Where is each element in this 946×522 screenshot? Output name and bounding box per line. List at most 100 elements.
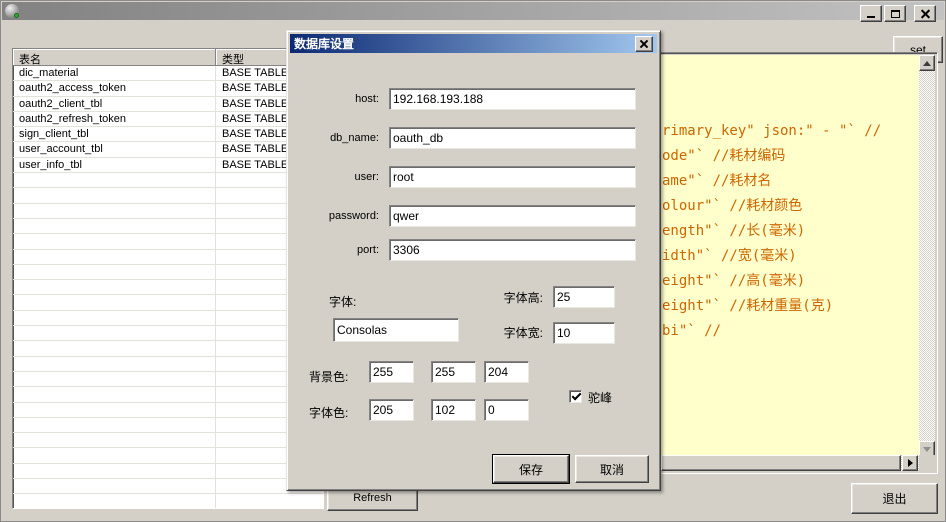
cell-table-name <box>13 311 216 326</box>
db_name-input[interactable] <box>389 127 636 149</box>
password-label: password: <box>303 210 379 222</box>
scroll-up-button[interactable] <box>919 55 935 71</box>
cell-table-name <box>13 341 216 356</box>
cell-table-name: oauth2_access_token <box>13 81 216 96</box>
horizontal-scroll-thumb[interactable] <box>661 455 901 471</box>
bg-color-value-0[interactable] <box>369 361 414 383</box>
table-row[interactable] <box>13 418 323 433</box>
host-label: host: <box>303 93 379 105</box>
font-height-input[interactable] <box>553 286 615 308</box>
cell-table-name <box>13 448 216 463</box>
scroll-down-icon <box>923 447 931 452</box>
cell-table-type <box>216 494 323 509</box>
font-label: 字体: <box>329 293 356 310</box>
table-row[interactable] <box>13 357 323 372</box>
table-row[interactable]: oauth2_access_tokenBASE TABLE <box>13 81 323 96</box>
horizontal-scrollbar[interactable] <box>661 455 919 471</box>
table-body: dic_materialBASE TABLEoauth2_access_toke… <box>13 66 323 509</box>
port-input[interactable] <box>389 239 636 261</box>
exit-button[interactable]: 退出 <box>851 483 938 514</box>
table-row[interactable]: oauth2_refresh_tokenBASE TABLE <box>13 112 323 127</box>
code-line: rimary_key" json:" - "` // <box>662 119 881 144</box>
cell-table-name <box>13 295 216 310</box>
host-input[interactable] <box>389 88 636 110</box>
table-row[interactable] <box>13 265 323 280</box>
cell-table-name: user_info_tbl <box>13 158 216 173</box>
close-icon <box>921 10 930 18</box>
database-settings-dialog: 数据库设置 host:db_name:user:password:port: 字… <box>286 30 661 491</box>
font-color-value-1[interactable] <box>431 399 476 421</box>
font-width-label: 字体宽: <box>467 324 543 341</box>
maximize-button[interactable] <box>884 5 906 22</box>
table-row[interactable]: sign_client_tblBASE TABLE <box>13 127 323 142</box>
cell-table-name <box>13 494 216 509</box>
password-input[interactable] <box>389 205 636 227</box>
cell-table-name <box>13 418 216 433</box>
table-row[interactable] <box>13 219 323 234</box>
cell-table-name <box>13 464 216 479</box>
app-icon <box>5 4 19 18</box>
cell-table-name <box>13 403 216 418</box>
code-line: eight"` //高(毫米) <box>662 269 805 294</box>
vertical-scrollbar[interactable] <box>919 55 935 457</box>
user-label: user: <box>303 171 379 183</box>
camelcase-label: 驼峰 <box>588 389 612 406</box>
bg-color-value-1[interactable] <box>431 361 476 383</box>
table-row[interactable] <box>13 250 323 265</box>
port-label: port: <box>303 244 379 256</box>
cell-table-name: oauth2_refresh_token <box>13 112 216 127</box>
font-height-label: 字体高: <box>467 289 543 306</box>
table-header-row: 表名 类型 <box>13 49 323 66</box>
table-row[interactable] <box>13 403 323 418</box>
font-color-value-2[interactable] <box>484 399 529 421</box>
save-button[interactable]: 保存 <box>493 455 569 483</box>
cell-table-name <box>13 173 216 188</box>
table-row[interactable] <box>13 173 323 188</box>
minimize-icon <box>867 16 875 18</box>
cancel-button[interactable]: 取消 <box>575 455 649 483</box>
cell-table-name <box>13 250 216 265</box>
cell-table-name <box>13 433 216 448</box>
cell-table-name <box>13 265 216 280</box>
maximize-icon <box>891 10 900 18</box>
minimize-button[interactable] <box>860 5 882 22</box>
table-row[interactable]: user_account_tblBASE TABLE <box>13 142 323 157</box>
camelcase-checkbox[interactable] <box>569 390 582 403</box>
table-row[interactable] <box>13 494 323 509</box>
table-row[interactable] <box>13 234 323 249</box>
table-row[interactable] <box>13 204 323 219</box>
table-row[interactable] <box>13 326 323 341</box>
table-row[interactable]: user_info_tblBASE TABLE <box>13 158 323 173</box>
table-row[interactable] <box>13 433 323 448</box>
cell-table-name <box>13 357 216 372</box>
table-row[interactable] <box>13 341 323 356</box>
user-input[interactable] <box>389 166 636 188</box>
table-row[interactable] <box>13 479 323 494</box>
table-row[interactable] <box>13 311 323 326</box>
code-area[interactable]: rimary_key" json:" - "` //ode"` //耗材编码am… <box>661 55 919 457</box>
table-row[interactable] <box>13 280 323 295</box>
cell-table-name <box>13 280 216 295</box>
tables-list[interactable]: 表名 类型 dic_materialBASE TABLEoauth2_acces… <box>12 48 324 509</box>
table-row[interactable] <box>13 387 323 402</box>
scroll-right-button[interactable] <box>902 455 918 471</box>
table-row[interactable]: dic_materialBASE TABLE <box>13 66 323 81</box>
code-line: idth"` //宽(毫米) <box>662 244 797 269</box>
table-row[interactable] <box>13 448 323 463</box>
dialog-titlebar: 数据库设置 <box>290 34 657 53</box>
titlebar <box>2 2 944 20</box>
close-button[interactable] <box>914 5 936 22</box>
font-input[interactable] <box>333 318 459 342</box>
font-color-value-0[interactable] <box>369 399 414 421</box>
table-row[interactable]: oauth2_client_tblBASE TABLE <box>13 97 323 112</box>
table-row[interactable] <box>13 188 323 203</box>
font-width-input[interactable] <box>553 322 615 344</box>
cell-table-name <box>13 188 216 203</box>
dialog-close-button[interactable] <box>635 36 653 52</box>
column-header-table-name[interactable]: 表名 <box>13 49 216 66</box>
table-row[interactable] <box>13 464 323 479</box>
bg-color-label: 背景色: <box>309 368 348 385</box>
bg-color-value-2[interactable] <box>484 361 529 383</box>
table-row[interactable] <box>13 372 323 387</box>
table-row[interactable] <box>13 295 323 310</box>
